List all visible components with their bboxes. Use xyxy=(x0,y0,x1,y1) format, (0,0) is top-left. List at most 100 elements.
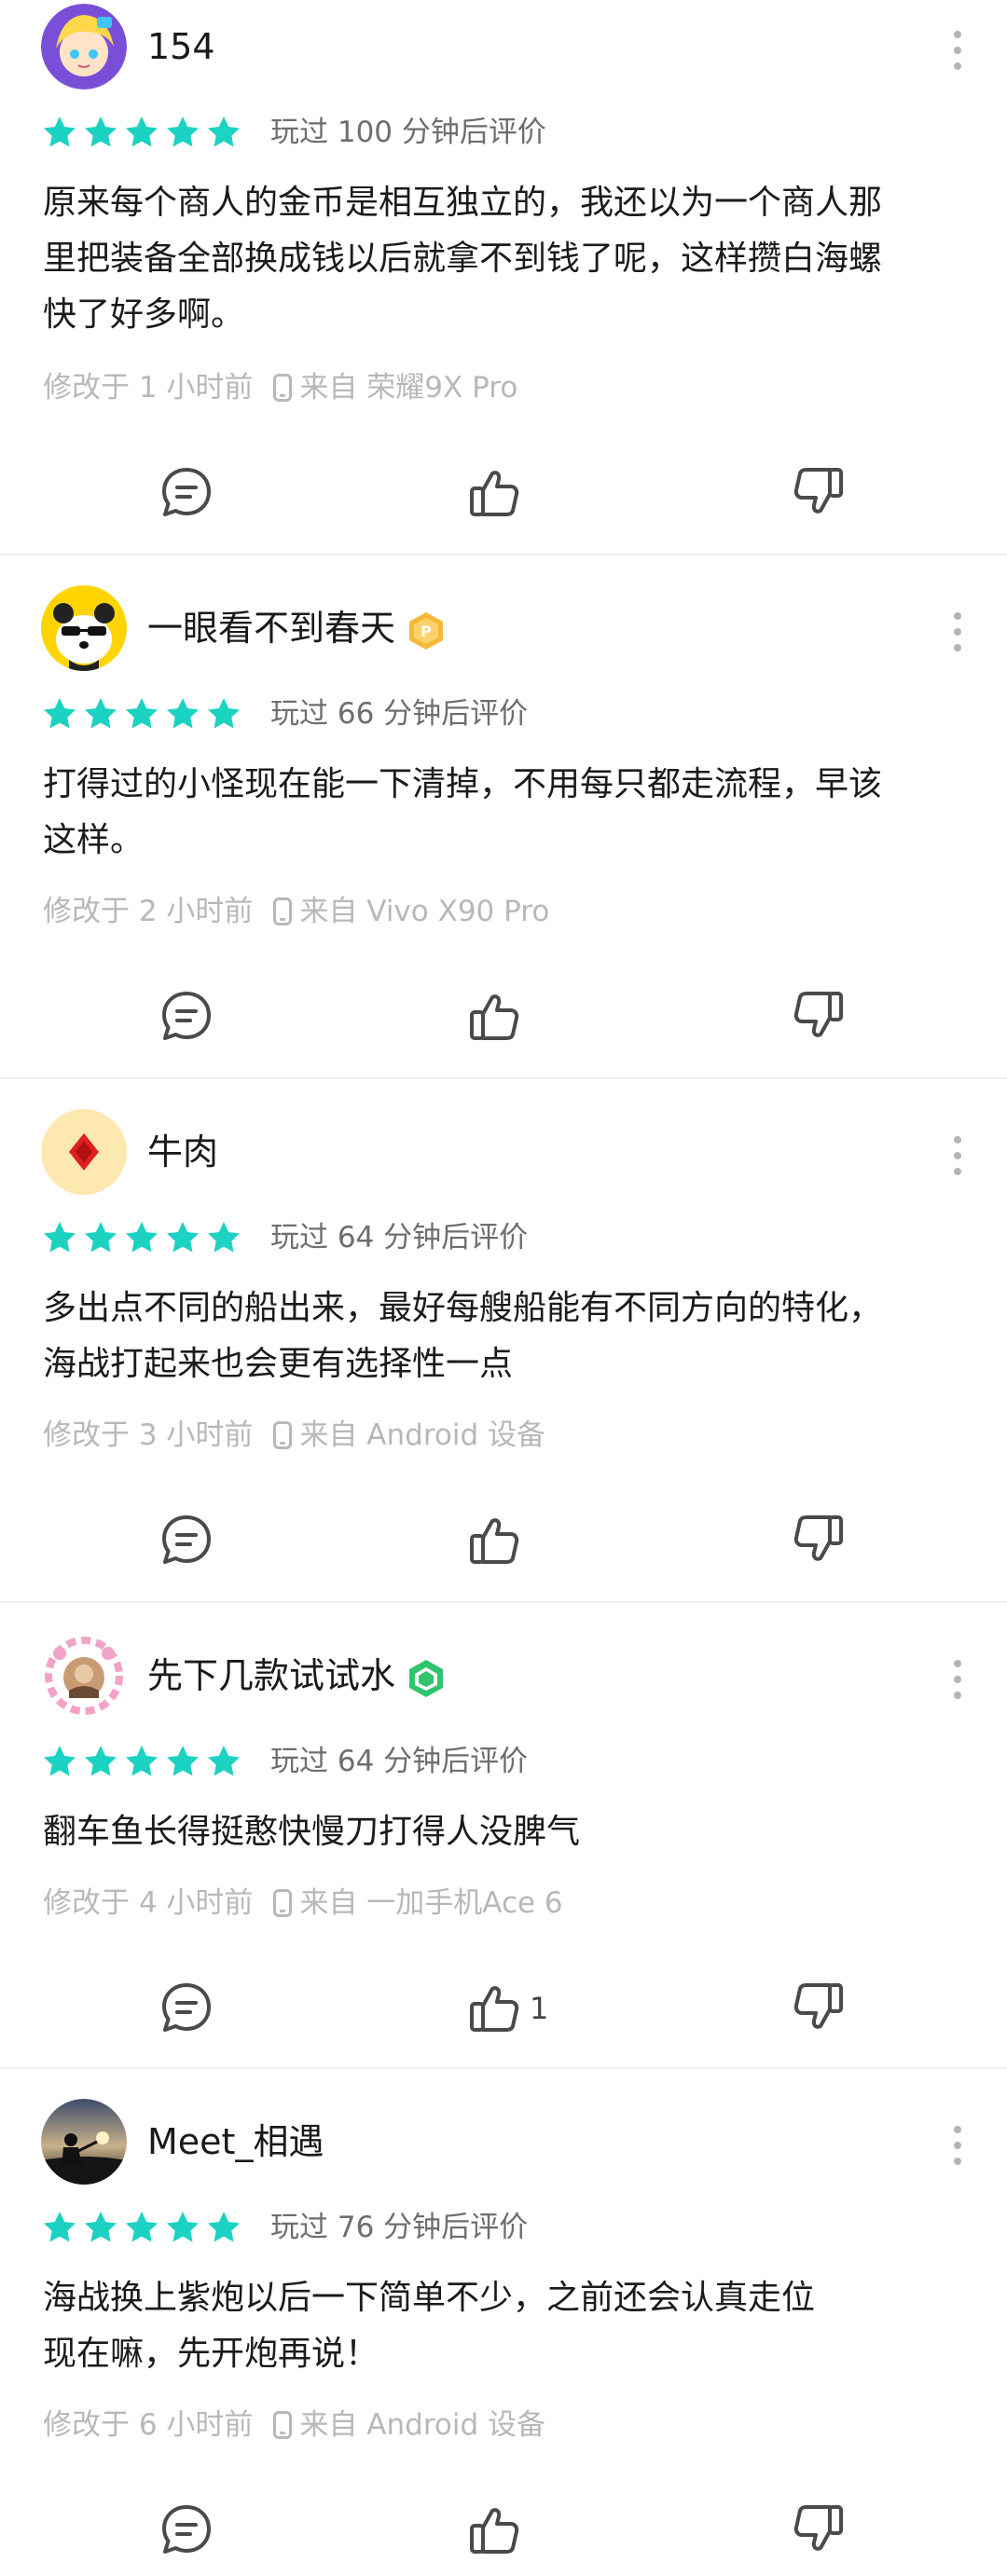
comment-button[interactable] xyxy=(157,2500,216,2565)
star-icon xyxy=(208,698,240,729)
star-icon xyxy=(85,1746,117,1776)
review-text[interactable]: 打得过的小怪现在能一下清掉，不用每只都走流程，早该 这样。 xyxy=(43,757,966,869)
svg-text:P: P xyxy=(421,623,432,640)
phone-icon xyxy=(273,1421,293,1449)
thumbs-down-icon xyxy=(793,2505,843,2551)
play-duration: 玩过 66 分钟后评价 xyxy=(270,697,529,731)
comment-icon xyxy=(162,468,211,516)
phone-icon xyxy=(273,374,293,402)
play-duration: 玩过 64 分钟后评价 xyxy=(270,1221,529,1254)
review-actions: 1 xyxy=(0,1978,1007,2043)
star-icon xyxy=(126,1746,158,1776)
thumbs-down-icon xyxy=(793,468,843,514)
review-text[interactable]: 翻车鱼长得挺憨快慢刀打得人没脾气 xyxy=(43,1804,966,1860)
star-icon xyxy=(44,2212,76,2242)
user-avatar[interactable] xyxy=(41,4,127,89)
more-options-icon[interactable] xyxy=(951,31,964,78)
username[interactable]: 牛肉 xyxy=(147,1130,218,1174)
edited-time: 修改于 2 小时前 xyxy=(43,895,254,928)
comment-icon xyxy=(162,1515,211,1564)
star-icon xyxy=(167,698,199,729)
play-duration: 玩过 100 分钟后评价 xyxy=(270,116,546,149)
comment-button[interactable] xyxy=(157,1510,216,1575)
review-text[interactable]: 原来每个商人的金币是相互独立的，我还以为一个商人那 里把装备全部换成钱以后就拿不… xyxy=(43,175,966,343)
divider xyxy=(0,2067,1007,2069)
gold-hexagon-badge-icon: P xyxy=(405,610,448,652)
like-button[interactable] xyxy=(464,1510,524,1575)
thumbs-down-icon xyxy=(793,1983,843,2029)
dislike-button[interactable] xyxy=(789,462,848,528)
like-button[interactable] xyxy=(464,986,524,1051)
review-actions xyxy=(0,2500,1007,2565)
more-options-icon[interactable] xyxy=(951,1136,964,1184)
star-icon xyxy=(208,2212,240,2242)
username[interactable]: Meet_相遇 xyxy=(147,2119,324,2164)
review-text[interactable]: 多出点不同的船出来，最好每艘船能有不同方向的特化， 海战打起来也会更有选择性一点 xyxy=(43,1281,966,1392)
star-icon xyxy=(44,116,76,147)
star-icon xyxy=(167,1222,199,1253)
star-icon xyxy=(44,1222,76,1253)
like-button[interactable] xyxy=(464,462,524,528)
like-button[interactable]: 1 xyxy=(464,1978,548,2043)
thumbs-down-icon xyxy=(793,992,843,1037)
username[interactable]: 一眼看不到春天 P xyxy=(147,606,448,652)
star-icon xyxy=(208,116,240,147)
star-icon xyxy=(44,1746,76,1776)
username[interactable]: 先下几款试试水 xyxy=(147,1653,448,1700)
user-avatar[interactable] xyxy=(41,1109,127,1195)
rating-stars xyxy=(41,114,246,151)
comment-icon xyxy=(162,1983,211,2032)
thumbs-up-icon xyxy=(470,994,519,1040)
comment-icon xyxy=(162,992,211,1040)
star-icon xyxy=(85,1222,117,1253)
star-icon xyxy=(208,1746,240,1776)
like-button[interactable] xyxy=(464,2500,524,2565)
review-text[interactable]: 海战换上紫炮以后一下简单不少，之前还会认真走位 现在嘛，先开炮再说！ xyxy=(43,2270,966,2382)
review-actions xyxy=(0,462,1007,528)
rating-stars xyxy=(41,1219,246,1256)
comment-button[interactable] xyxy=(157,986,216,1051)
review-meta: 修改于 6 小时前 来自 Android 设备 xyxy=(43,2406,545,2444)
user-avatar[interactable] xyxy=(41,2099,127,2185)
star-icon xyxy=(126,1222,158,1253)
star-icon xyxy=(85,698,117,729)
device-name: 来自 Android 设备 xyxy=(299,1418,545,1452)
divider xyxy=(0,1077,1007,1079)
user-avatar[interactable] xyxy=(41,585,127,671)
device-name: 来自 荣耀9X Pro xyxy=(299,371,518,404)
comment-button[interactable] xyxy=(157,462,216,528)
dislike-button[interactable] xyxy=(789,2500,848,2565)
play-duration: 玩过 76 分钟后评价 xyxy=(270,2211,529,2244)
more-options-icon[interactable] xyxy=(951,2126,964,2173)
device-name: 来自 一加手机Ace 6 xyxy=(299,1886,563,1920)
divider xyxy=(0,554,1007,555)
comment-button[interactable] xyxy=(157,1978,216,2043)
star-icon xyxy=(126,2212,158,2242)
divider xyxy=(0,1601,1007,1603)
dislike-button[interactable] xyxy=(789,1510,848,1575)
star-icon xyxy=(44,698,76,729)
more-options-icon[interactable] xyxy=(951,1660,964,1707)
rating-stars xyxy=(41,2209,246,2246)
phone-icon xyxy=(273,897,293,925)
review-meta: 修改于 3 小时前 来自 Android 设备 xyxy=(43,1417,545,1454)
star-icon xyxy=(126,698,158,729)
review-meta: 修改于 1 小时前 来自 荣耀9X Pro xyxy=(43,369,517,406)
star-icon xyxy=(208,1222,240,1253)
more-options-icon[interactable] xyxy=(951,612,964,660)
phone-icon xyxy=(273,2411,293,2439)
device-name: 来自 Vivo X90 Pro xyxy=(299,895,550,928)
star-icon xyxy=(85,2212,117,2242)
review-actions xyxy=(0,986,1007,1051)
dislike-button[interactable] xyxy=(789,1978,848,2043)
thumbs-up-icon xyxy=(470,471,519,516)
dislike-button[interactable] xyxy=(789,986,848,1051)
star-icon xyxy=(126,116,158,147)
comment-icon xyxy=(162,2505,211,2554)
like-count: 1 xyxy=(530,1991,549,2026)
username[interactable]: 154 xyxy=(147,24,215,69)
star-icon xyxy=(167,2212,199,2242)
user-avatar[interactable] xyxy=(41,1633,127,1719)
thumbs-down-icon xyxy=(793,1515,843,1561)
edited-time: 修改于 4 小时前 xyxy=(43,1886,254,1920)
